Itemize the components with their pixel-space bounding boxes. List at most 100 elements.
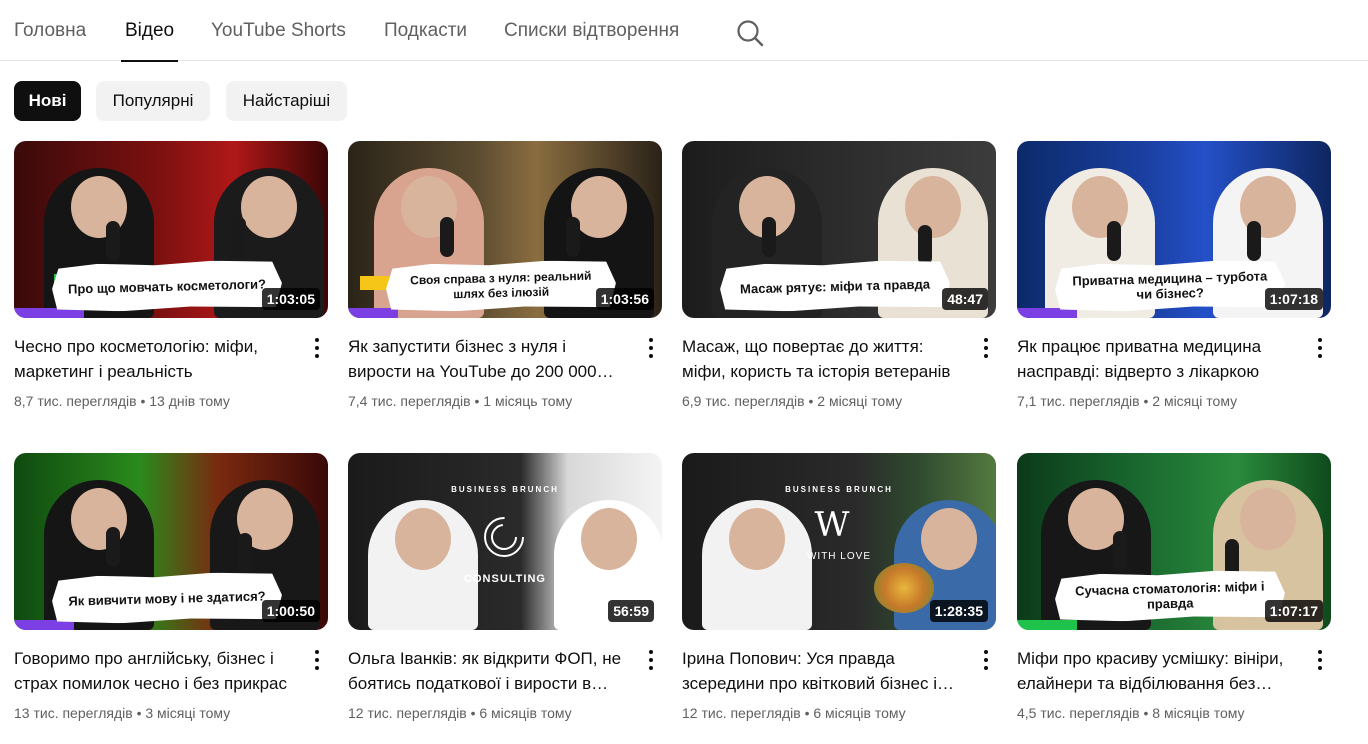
duration-badge: 1:00:50: [261, 600, 320, 622]
video-title[interactable]: Як запустити бізнес з нуля і вирости на …: [348, 334, 624, 384]
tab-podcasts[interactable]: Подкасти: [384, 0, 467, 61]
guest-figure: [368, 500, 478, 630]
tab-home[interactable]: Головна: [14, 0, 86, 61]
upload-age: 2 місяці тому: [817, 393, 903, 409]
video-thumbnail[interactable]: Як вивчити мову і не здатися? 1:00:50: [14, 453, 328, 630]
microphone-icon: [440, 217, 454, 257]
microphone-icon: [918, 225, 932, 265]
video-title[interactable]: Як працює приватна медицина насправді: в…: [1017, 334, 1293, 384]
thumbnail-text: Сучасна стоматологія: міфи і правда: [1074, 578, 1265, 612]
accent-stripe: [348, 308, 398, 318]
thumbnail-banner: Своя справа з нуля: реальний шлях без іл…: [385, 259, 616, 313]
channel-tabs: Головна Відео YouTube Shorts Подкасти Сп…: [0, 0, 1368, 62]
view-count: 12 тис. переглядів: [348, 705, 467, 721]
thumbnail-banner: Про що мовчать косметологи?: [51, 259, 282, 313]
view-count: 8,7 тис. переглядів: [14, 393, 137, 409]
view-count: 4,5 тис. переглядів: [1017, 705, 1140, 721]
video-meta: 7,1 тис. переглядів • 2 місяці тому: [1017, 393, 1238, 409]
upload-age: 2 місяці тому: [1152, 393, 1238, 409]
thumbnail-banner: Масаж рятує: міфи та правда: [719, 259, 950, 313]
more-actions-icon[interactable]: [1312, 648, 1328, 672]
more-actions-icon[interactable]: [1312, 336, 1328, 360]
view-count: 13 тис. переглядів: [14, 705, 133, 721]
upload-age: 8 місяців тому: [1152, 705, 1245, 721]
chip-popular[interactable]: Популярні: [96, 81, 210, 121]
more-actions-icon[interactable]: [643, 336, 659, 360]
view-count: 12 тис. переглядів: [682, 705, 801, 721]
duration-badge: 1:07:17: [1264, 600, 1323, 622]
duration-badge: 1:03:05: [261, 288, 320, 310]
brand-logo: BUSINESS BRUNCH: [785, 485, 893, 494]
upload-age: 3 місяці тому: [145, 705, 231, 721]
thumbnail-text: CONSULTING: [464, 573, 546, 585]
duration-badge: 48:47: [942, 288, 988, 310]
tab-videos[interactable]: Відео: [120, 0, 179, 62]
video-thumbnail[interactable]: Масаж рятує: міфи та правда 48:47: [682, 141, 996, 318]
thumbnail-text: Своя справа з нуля: реальний шлях без іл…: [410, 268, 592, 302]
video-meta: 13 тис. переглядів • 3 місяці тому: [14, 705, 231, 721]
thumbnail-text: Приватна медицина – турбота чи бізнес?: [1072, 268, 1268, 302]
upload-age: 6 місяців тому: [813, 705, 906, 721]
more-actions-icon[interactable]: [643, 648, 659, 672]
video-title[interactable]: Ольга Іванків: як відкрити ФОП, не бояти…: [348, 646, 624, 696]
microphone-icon: [238, 533, 252, 573]
video-thumbnail[interactable]: Сучасна стоматологія: міфи і правда 1:07…: [1017, 453, 1331, 630]
microphone-icon: [106, 527, 120, 567]
video-title[interactable]: Чесно про косметологію: міфи, маркетинг …: [14, 334, 290, 384]
thumbnail-banner: Приватна медицина – турбота чи бізнес?: [1054, 259, 1285, 313]
thumbnail-text: Про що мовчать косметологи?: [67, 275, 267, 297]
guest-figure: [702, 500, 812, 630]
microphone-icon: [566, 217, 580, 257]
tab-shorts[interactable]: YouTube Shorts: [211, 0, 346, 61]
microphone-icon: [762, 217, 776, 257]
video-meta: 6,9 тис. переглядів • 2 місяці тому: [682, 393, 903, 409]
consulting-logo-icon: [484, 517, 524, 557]
duration-badge: 1:28:35: [929, 600, 988, 622]
video-title[interactable]: Ірина Попович: Уся правда зсередини про …: [682, 646, 958, 696]
microphone-icon: [1247, 221, 1261, 261]
video-meta: 4,5 тис. переглядів • 8 місяців тому: [1017, 705, 1245, 721]
upload-age: 13 днів тому: [149, 393, 230, 409]
thumbnail-text: Як вивчити мову і не здатися?: [68, 587, 266, 609]
chip-oldest[interactable]: Найстаріші: [226, 81, 347, 121]
chip-newest[interactable]: Нові: [14, 81, 81, 121]
microphone-icon: [1113, 531, 1127, 571]
view-count: 7,4 тис. переглядів: [348, 393, 471, 409]
video-title[interactable]: Міфи про красиву усмішку: вініри, елайне…: [1017, 646, 1293, 696]
search-icon[interactable]: [735, 18, 765, 48]
video-meta: 8,7 тис. переглядів • 13 днів тому: [14, 393, 230, 409]
more-actions-icon[interactable]: [309, 648, 325, 672]
upload-age: 1 місяць тому: [483, 393, 573, 409]
w-logo-icon: W: [814, 505, 850, 545]
brand-logo: BUSINESS BRUNCH: [451, 485, 559, 494]
microphone-icon: [1107, 221, 1121, 261]
accent-stripe: [1017, 620, 1077, 630]
thumbnail-text: WITH LOVE: [806, 551, 871, 562]
view-count: 6,9 тис. переглядів: [682, 393, 805, 409]
video-meta: 12 тис. переглядів • 6 місяців тому: [682, 705, 906, 721]
thumbnail-text: Масаж рятує: міфи та правда: [739, 276, 931, 296]
microphone-icon: [106, 221, 120, 261]
thumbnail-banner: Сучасна стоматологія: міфи і правда: [1054, 569, 1285, 623]
video-thumbnail[interactable]: Приватна медицина – турбота чи бізнес? 1…: [1017, 141, 1331, 318]
duration-badge: 1:03:56: [595, 288, 654, 310]
thumbnail-banner: Як вивчити мову і не здатися?: [51, 571, 282, 625]
video-title[interactable]: Говоримо про англійську, бізнес і страх …: [14, 646, 290, 696]
video-title[interactable]: Масаж, що повертає до життя: міфи, корис…: [682, 334, 958, 384]
duration-badge: 1:07:18: [1264, 288, 1323, 310]
tab-playlists[interactable]: Списки відтворення: [504, 0, 679, 61]
upload-age: 6 місяців тому: [479, 705, 572, 721]
video-thumbnail[interactable]: BUSINESS BRUNCH W WITH LOVE 1:28:35: [682, 453, 996, 630]
video-thumbnail[interactable]: Своя справа з нуля: реальний шлях без іл…: [348, 141, 662, 318]
duration-badge: 56:59: [608, 600, 654, 622]
more-actions-icon[interactable]: [309, 336, 325, 360]
flower-bouquet: [874, 563, 934, 613]
video-thumbnail[interactable]: Про що мовчать косметологи? 1:03:05: [14, 141, 328, 318]
video-meta: 12 тис. переглядів • 6 місяців тому: [348, 705, 572, 721]
microphone-icon: [232, 217, 246, 257]
video-meta: 7,4 тис. переглядів • 1 місяць тому: [348, 393, 573, 409]
more-actions-icon[interactable]: [978, 648, 994, 672]
more-actions-icon[interactable]: [978, 336, 994, 360]
view-count: 7,1 тис. переглядів: [1017, 393, 1140, 409]
video-thumbnail[interactable]: BUSINESS BRUNCH CONSULTING 56:59: [348, 453, 662, 630]
